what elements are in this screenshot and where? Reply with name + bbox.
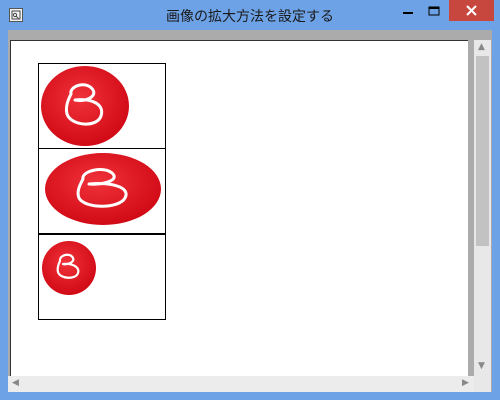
window-title: 画像の拡大方法を設定する — [166, 9, 334, 25]
horizontal-scrollbar[interactable]: ◀ ▶ — [8, 376, 474, 392]
scroll-left-arrow-icon[interactable]: ◀ — [12, 379, 19, 388]
vertical-scrollbar[interactable]: ▲ ▼ — [474, 40, 491, 376]
close-icon — [466, 5, 477, 16]
scroll-right-arrow-icon[interactable]: ▶ — [462, 379, 469, 388]
title-bar[interactable]: 画像の拡大方法を設定する — [0, 0, 500, 30]
minimize-button[interactable] — [395, 0, 421, 21]
app-icon[interactable] — [9, 8, 23, 22]
image-cell-stretch — [38, 63, 166, 149]
vertical-scroll-thumb[interactable] — [476, 56, 489, 246]
image-cell-original — [38, 234, 166, 320]
window: 画像の拡大方法を設定する ▲ ▼ ◀ ▶ — [0, 0, 500, 400]
minimize-icon — [403, 11, 413, 14]
close-button[interactable] — [449, 0, 494, 21]
b-logo-icon — [45, 153, 161, 225]
scroll-up-arrow-icon[interactable]: ▲ — [478, 43, 485, 52]
b-logo-icon — [42, 241, 96, 295]
maximize-icon — [428, 6, 440, 15]
scrollbar-corner — [474, 376, 491, 392]
scroll-down-arrow-icon[interactable]: ▼ — [478, 362, 485, 371]
image-cell-stretch-wide — [38, 148, 166, 234]
maximize-button[interactable] — [421, 0, 447, 21]
b-logo-icon — [41, 66, 129, 146]
